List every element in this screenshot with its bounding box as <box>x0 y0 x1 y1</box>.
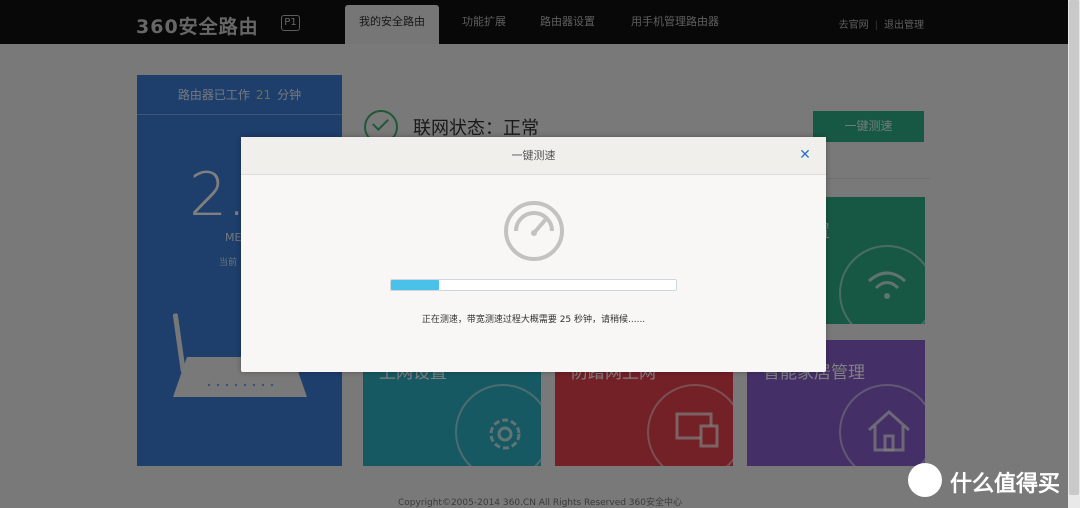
speedometer-icon <box>504 201 564 261</box>
speedtest-dialog: 一键测速 ✕ 正在测速，带宽测速过程大概需要 25 秒钟，请稍候...... <box>241 137 826 372</box>
watermark-text: 什么值得买 <box>950 472 1061 497</box>
progress-bar <box>390 279 677 291</box>
dialog-title: 一键测速 <box>241 137 826 175</box>
progress-message: 正在测速，带宽测速过程大概需要 25 秒钟，请稍候...... <box>421 315 646 325</box>
watermark-logo-icon <box>908 463 942 497</box>
scrollbar[interactable] <box>1068 0 1080 508</box>
scroll-thumb[interactable] <box>1069 0 1079 495</box>
progress-fill <box>391 280 440 290</box>
close-icon[interactable]: ✕ <box>798 148 812 162</box>
watermark: 什么值得买 <box>908 463 1068 497</box>
